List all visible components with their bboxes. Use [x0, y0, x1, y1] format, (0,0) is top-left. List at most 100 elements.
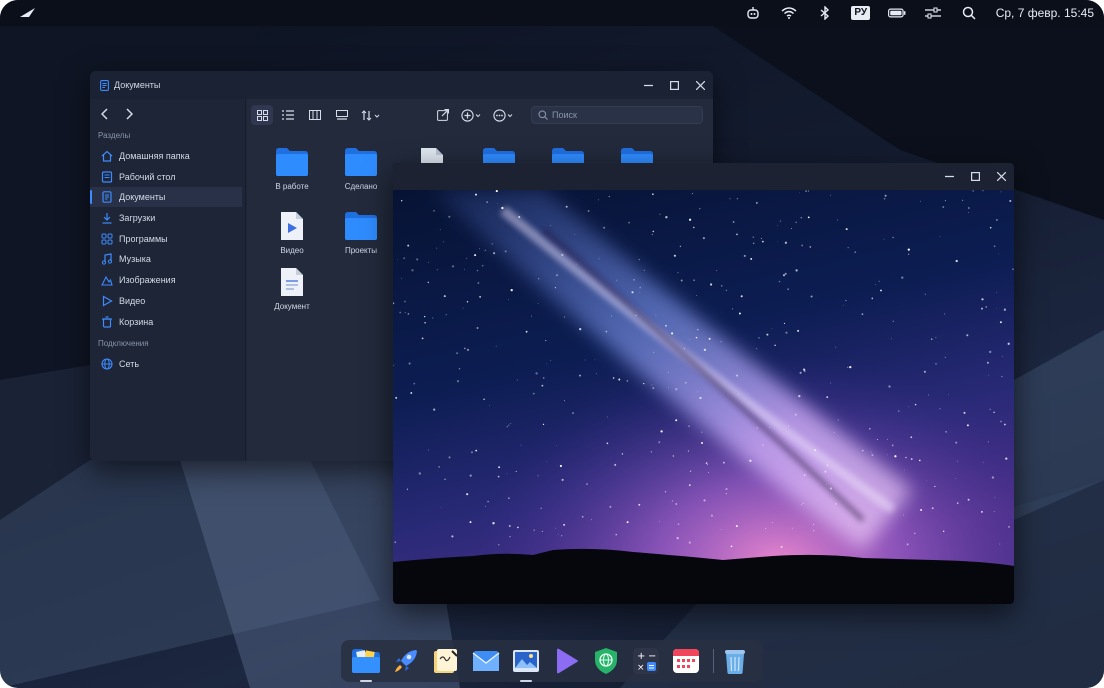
trash-icon: [101, 316, 113, 328]
list-icon: [282, 110, 294, 120]
svg-text:−: −: [648, 651, 656, 662]
sidebar-item-desktop[interactable]: Рабочий стол: [90, 167, 242, 187]
column-view-button[interactable]: [304, 105, 326, 125]
maximize-button[interactable]: [661, 71, 687, 99]
image-icon: [101, 274, 113, 286]
toolbar: [247, 99, 713, 131]
dock-media-player[interactable]: [551, 646, 581, 676]
search-input[interactable]: [552, 110, 692, 120]
file-manager-titlebar[interactable]: Документы: [90, 71, 713, 99]
sidebar-item-music[interactable]: Музыка: [90, 249, 242, 269]
open-external-button[interactable]: [432, 105, 454, 125]
dock-file-manager[interactable]: [351, 646, 381, 682]
video-file-icon: [281, 212, 303, 240]
network-icon: [101, 358, 113, 370]
dock-trash[interactable]: [720, 646, 750, 676]
create-button[interactable]: [459, 105, 485, 125]
image-viewer-titlebar[interactable]: [393, 163, 1014, 190]
file-name: Документ: [274, 302, 310, 311]
top-panel: РУ Ср, 7 февр. 15:45: [0, 0, 1104, 26]
document-icon: [100, 79, 109, 91]
file-item-folder[interactable]: Сделано: [326, 147, 396, 191]
download-icon: [101, 212, 113, 224]
file-name: Проекты: [344, 246, 378, 255]
dock-image-viewer[interactable]: [511, 646, 541, 682]
sidebar-item-downloads[interactable]: Загрузки: [90, 208, 242, 228]
music-icon: [101, 253, 113, 265]
sidebar-item-trash[interactable]: Корзина: [90, 312, 242, 332]
more-icon: [493, 108, 513, 122]
sidebar: Разделы Домашняя папка Рабочий стол Доку…: [90, 99, 246, 461]
gallery-view-button[interactable]: [331, 105, 353, 125]
document-icon: [101, 191, 113, 203]
notes-icon: [434, 649, 458, 673]
system-menu-icon[interactable]: [20, 8, 36, 18]
bluetooth-icon[interactable]: [816, 5, 834, 21]
sidebar-item-documents[interactable]: Документы: [90, 187, 242, 207]
sidebar-item-images[interactable]: Изображения: [90, 270, 242, 290]
file-item-folder[interactable]: В работе: [257, 147, 327, 191]
window-title: Документы: [114, 80, 161, 90]
dock: + − ×: [341, 640, 763, 682]
battery-icon[interactable]: [887, 5, 906, 21]
dock-calculator[interactable]: + − ×: [631, 646, 661, 676]
icon-view-button[interactable]: [251, 105, 273, 125]
file-name: Видео: [280, 246, 304, 255]
assistant-icon[interactable]: [744, 5, 762, 21]
calendar-icon: [673, 649, 699, 673]
sidebar-item-label: Музыка: [119, 254, 151, 264]
file-manager-icon: [352, 649, 380, 673]
dock-notes[interactable]: [431, 646, 461, 676]
sidebar-section-connections: Подключения: [98, 339, 149, 348]
search-icon: [538, 110, 548, 120]
sidebar-item-label: Видео: [119, 296, 146, 306]
search-box[interactable]: [531, 106, 703, 124]
trash-bin-icon: [725, 650, 745, 674]
clock[interactable]: Ср, 7 февр. 15:45: [996, 6, 1094, 20]
running-indicator: [520, 680, 532, 682]
sort-button[interactable]: [358, 105, 384, 125]
maximize-button[interactable]: [962, 163, 988, 190]
folder-icon: [276, 148, 308, 176]
file-item-document[interactable]: Документ: [257, 267, 327, 311]
dock-mail[interactable]: [471, 646, 501, 676]
close-button[interactable]: [988, 163, 1014, 190]
sidebar-item-video[interactable]: Видео: [90, 291, 242, 311]
more-actions-button[interactable]: [491, 105, 517, 125]
dock-calendar[interactable]: [671, 646, 701, 676]
minimize-button[interactable]: [936, 163, 962, 190]
sidebar-item-home[interactable]: Домашняя папка: [90, 146, 242, 166]
back-button[interactable]: [98, 107, 112, 121]
file-item-video[interactable]: Видео: [257, 211, 327, 255]
image-viewer-icon: [513, 650, 539, 672]
keyboard-layout-icon[interactable]: РУ: [851, 5, 871, 21]
sidebar-item-label: Изображения: [119, 275, 176, 285]
text-document-icon: [281, 268, 303, 296]
sidebar-section-places: Разделы: [98, 131, 131, 140]
gallery-icon: [336, 110, 348, 120]
dock-vpn[interactable]: [591, 646, 621, 676]
sidebar-item-label: Программы: [119, 234, 168, 244]
sidebar-item-apps[interactable]: Программы: [90, 229, 242, 249]
dock-launcher[interactable]: [391, 646, 421, 676]
close-button[interactable]: [687, 71, 713, 99]
calculator-icon: + −×: [633, 648, 659, 674]
sliders-icon[interactable]: [924, 5, 942, 21]
sidebar-item-network[interactable]: Сеть: [90, 354, 242, 374]
file-name: Сделано: [344, 182, 378, 191]
search-icon[interactable]: [960, 5, 978, 21]
minimize-button[interactable]: [635, 71, 661, 99]
file-name: В работе: [275, 182, 309, 191]
file-item-folder[interactable]: Проекты: [326, 211, 396, 255]
media-player-icon: [557, 648, 578, 674]
vpn-shield-icon: [595, 648, 617, 674]
forward-button[interactable]: [122, 107, 136, 121]
home-icon: [101, 150, 113, 162]
desktop-icon: [101, 171, 113, 183]
wifi-icon[interactable]: [780, 5, 798, 21]
dock-separator: [713, 649, 714, 673]
list-view-button[interactable]: [277, 105, 299, 125]
sidebar-item-label: Загрузки: [119, 213, 156, 223]
video-icon: [101, 295, 113, 307]
grid-icon: [256, 109, 268, 121]
